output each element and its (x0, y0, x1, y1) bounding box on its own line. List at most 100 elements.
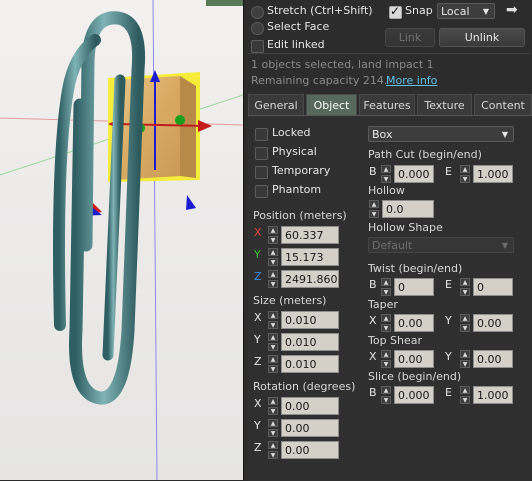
remaining-capacity: Remaining capacity 214. (251, 74, 388, 87)
rotation-z-spinner[interactable]: ▲ ▼ (268, 441, 278, 459)
path-cut-e-spinner[interactable]: ▲ ▼ (460, 165, 470, 183)
tab-content[interactable]: Content (474, 94, 532, 115)
position-y-field[interactable]: 15.173 (281, 248, 339, 266)
path-cut-b-field[interactable]: 0.000 (394, 165, 434, 183)
hollow-shape-dropdown: Default ▼ (368, 237, 514, 253)
phantom-checkbox[interactable] (255, 185, 268, 198)
physical-label: Physical (272, 145, 317, 158)
chevron-down-icon: ▼ (501, 130, 508, 139)
slice-e-spinner[interactable]: ▲ ▼ (460, 386, 470, 404)
chevron-down-icon: ▼ (501, 241, 508, 250)
tab-bar: General Object Features Texture Content (248, 94, 532, 115)
tab-general[interactable]: General (248, 94, 304, 115)
rotation-x-label: X (254, 397, 262, 410)
rotation-x-field[interactable]: 0.00 (281, 397, 339, 415)
slice-b-label: B (369, 386, 377, 399)
twist-e-label: E (445, 278, 452, 291)
twist-e-spinner[interactable]: ▲ ▼ (460, 278, 470, 296)
position-x-label: X (254, 226, 262, 239)
physical-checkbox[interactable] (255, 147, 268, 160)
twist-header: Twist (begin/end) (368, 262, 463, 275)
twist-b-spinner[interactable]: ▲ ▼ (381, 278, 391, 296)
path-cut-b-label: B (369, 165, 377, 178)
more-info-link[interactable]: More info (386, 74, 437, 87)
top-shear-x-field[interactable]: 0.00 (394, 350, 434, 368)
edit-linked-checkbox[interactable] (251, 40, 264, 53)
position-z-field[interactable]: 2491.860 (281, 270, 339, 288)
stretch-label: Stretch (Ctrl+Shift) (267, 4, 373, 17)
top-shear-x-label: X (369, 350, 377, 363)
top-shear-header: Top Shear (368, 334, 423, 347)
slice-b-spinner[interactable]: ▲ ▼ (381, 386, 391, 404)
tab-features[interactable]: Features (359, 94, 415, 115)
path-cut-e-field[interactable]: 1.000 (473, 165, 513, 183)
slice-b-field[interactable]: 0.000 (394, 386, 434, 404)
link-button[interactable]: Link (385, 28, 435, 47)
position-x-spinner[interactable]: ▲ ▼ (268, 226, 278, 244)
taper-x-field[interactable]: 0.00 (394, 314, 434, 332)
position-z-label: Z (254, 270, 262, 283)
top-shear-x-spinner[interactable]: ▲ ▼ (381, 350, 391, 368)
tab-texture[interactable]: Texture (417, 94, 472, 115)
temporary-label: Temporary (272, 164, 331, 177)
edit-linked-label: Edit linked (267, 38, 325, 51)
taper-x-spinner[interactable]: ▲ ▼ (381, 314, 391, 332)
path-cut-b-spinner[interactable]: ▲ ▼ (381, 165, 391, 183)
rotation-y-label: Y (254, 419, 261, 432)
temporary-checkbox[interactable] (255, 166, 268, 179)
hollow-field[interactable]: 0.0 (382, 200, 434, 218)
snap-mode-dropdown[interactable]: Local ▼ (437, 3, 495, 19)
scene-graphic (0, 0, 243, 480)
taper-x-label: X (369, 314, 377, 327)
rotation-y-field[interactable]: 0.00 (281, 419, 339, 437)
rotation-y-spinner[interactable]: ▲ ▼ (268, 419, 278, 437)
hollow-shape-value: Default (372, 239, 413, 252)
twist-b-field[interactable]: 0 (394, 278, 434, 296)
top-shear-y-label: Y (445, 350, 452, 363)
tab-object[interactable]: Object (306, 94, 357, 115)
position-y-spinner[interactable]: ▲ ▼ (268, 248, 278, 266)
rotation-z-field[interactable]: 0.00 (281, 441, 339, 459)
slice-e-field[interactable]: 1.000 (473, 386, 513, 404)
rotation-x-spinner[interactable]: ▲ ▼ (268, 397, 278, 415)
size-z-label: Z (254, 355, 262, 368)
path-cut-header: Path Cut (begin/end) (368, 148, 482, 161)
size-y-field[interactable]: 0.010 (281, 333, 339, 351)
locked-checkbox[interactable] (255, 128, 268, 141)
snap-mode-value: Local (441, 5, 470, 18)
taper-header: Taper (368, 298, 398, 311)
position-z-spinner[interactable]: ▲ ▼ (268, 270, 278, 288)
hollow-header: Hollow (368, 184, 405, 197)
size-y-spinner[interactable]: ▲ ▼ (268, 333, 278, 351)
3d-viewport[interactable] (0, 0, 243, 480)
build-tools-panel: Stretch (Ctrl+Shift) Select Face Edit li… (243, 0, 532, 481)
size-x-field[interactable]: 0.010 (281, 311, 339, 329)
stretch-radio[interactable] (251, 6, 264, 19)
taper-y-field[interactable]: 0.00 (473, 314, 513, 332)
size-z-field[interactable]: 0.010 (281, 355, 339, 373)
path-cut-e-label: E (445, 165, 452, 178)
select-face-label: Select Face (267, 20, 330, 33)
size-x-label: X (254, 311, 262, 324)
position-x-field[interactable]: 60.337 (281, 226, 339, 244)
unlink-button[interactable]: Unlink (439, 28, 525, 47)
top-shear-y-spinner[interactable]: ▲ ▼ (460, 350, 470, 368)
twist-e-field[interactable]: 0 (473, 278, 513, 296)
snap-checkbox[interactable] (389, 4, 402, 19)
top-shear-y-field[interactable]: 0.00 (473, 350, 513, 368)
shape-dropdown[interactable]: Box ▼ (368, 126, 514, 142)
position-header: Position (meters) (253, 209, 347, 222)
locked-label: Locked (272, 126, 311, 139)
size-z-spinner[interactable]: ▲ ▼ (268, 355, 278, 373)
chevron-down-icon: ▼ (482, 7, 489, 16)
select-face-radio[interactable] (251, 22, 264, 35)
snap-label: Snap (405, 4, 433, 17)
hollow-spinner[interactable]: ▲ ▼ (369, 200, 379, 218)
arrow-right-icon[interactable]: ➡ (506, 2, 518, 18)
shape-value: Box (372, 128, 393, 141)
object-tab-body: Locked Physical Temporary Phantom Positi… (248, 115, 532, 481)
rotation-header: Rotation (degrees) (253, 380, 356, 393)
size-x-spinner[interactable]: ▲ ▼ (268, 311, 278, 329)
rotation-z-label: Z (254, 441, 262, 454)
taper-y-spinner[interactable]: ▲ ▼ (460, 314, 470, 332)
